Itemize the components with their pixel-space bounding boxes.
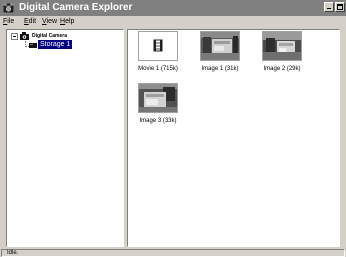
file-item[interactable]: Image 3 (33k) <box>130 83 186 127</box>
title-bar[interactable]: Digital Camera Explorer <box>0 0 346 16</box>
menu-help[interactable]: Help <box>60 16 74 27</box>
file-item[interactable]: Movie 1 (715k) <box>130 31 186 75</box>
file-thumbnail <box>138 31 178 61</box>
menu-view[interactable]: View <box>42 16 57 27</box>
file-label: Image 3 (33k) <box>139 118 177 124</box>
file-item[interactable]: Image 2 (29k) <box>254 31 310 75</box>
status-text: Idle. <box>7 250 19 256</box>
film-icon <box>139 32 177 60</box>
photo-thumbnail <box>201 32 239 60</box>
app-window: Digital Camera Explorer File Edit View H… <box>0 0 346 257</box>
window-title: Digital Camera Explorer <box>19 2 133 13</box>
menu-bar: File Edit View Help <box>0 16 346 27</box>
minimize-icon <box>327 8 331 9</box>
file-thumbnail <box>200 31 240 61</box>
file-label: Image 2 (29k) <box>263 66 301 72</box>
camera-icon <box>20 32 29 40</box>
file-thumbnail <box>138 83 178 113</box>
status-bar: Idle. <box>0 248 346 257</box>
tree-item-storage[interactable]: Storage 1 <box>36 39 74 50</box>
folder-tree[interactable]: Digital Camera Storage 1 <box>6 29 124 247</box>
photo-thumbnail <box>139 84 177 112</box>
file-label: Movie 1 (715k) <box>138 66 178 72</box>
menu-edit-label: dit <box>28 18 37 25</box>
menu-help-label: elp <box>65 18 75 25</box>
tree-collapse-toggle[interactable] <box>11 33 18 40</box>
photo-thumbnail <box>263 32 301 60</box>
file-list[interactable]: Movie 1 (715k) Image 1 (31k) Image 2 (29… <box>127 29 340 247</box>
menu-view-label: iew <box>46 18 58 25</box>
storage-card-icon <box>29 43 37 48</box>
maximize-button[interactable] <box>335 2 345 12</box>
file-thumbnail <box>262 31 302 61</box>
menu-file[interactable]: File <box>3 16 14 27</box>
maximize-icon <box>337 4 343 10</box>
menu-file-label: ile <box>7 18 15 25</box>
file-item[interactable]: Image 1 (31k) <box>192 31 248 75</box>
menu-edit[interactable]: Edit <box>24 16 36 27</box>
status-panel: Idle. <box>1 249 345 257</box>
file-label: Image 1 (31k) <box>201 66 239 72</box>
minimize-button[interactable] <box>324 2 334 12</box>
camera-app-icon <box>3 3 14 13</box>
